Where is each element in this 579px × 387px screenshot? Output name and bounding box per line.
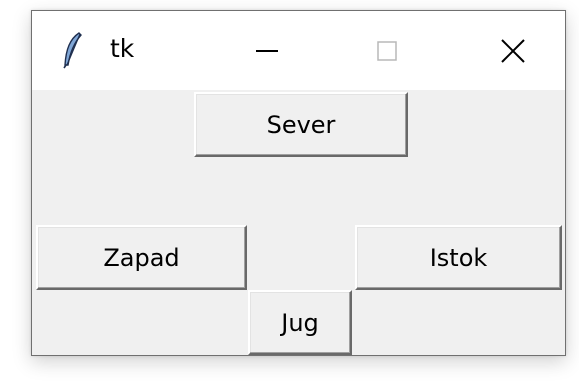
feather-icon	[62, 31, 84, 69]
close-icon	[500, 38, 525, 63]
east-button[interactable]: Istok	[355, 225, 562, 290]
west-button[interactable]: Zapad	[36, 225, 247, 290]
south-button[interactable]: Jug	[248, 290, 352, 355]
title-bar[interactable]: tk	[32, 11, 565, 90]
minimize-icon	[255, 49, 278, 53]
maximize-icon	[376, 40, 397, 61]
tk-window: tk Sever Zapad Istok Jug	[31, 10, 566, 356]
client-area: Sever Zapad Istok Jug	[32, 90, 565, 355]
close-button[interactable]	[460, 11, 565, 90]
minimize-button[interactable]	[214, 11, 319, 90]
north-button[interactable]: Sever	[194, 92, 408, 157]
maximize-button[interactable]	[334, 11, 439, 90]
window-title: tk	[110, 34, 135, 63]
